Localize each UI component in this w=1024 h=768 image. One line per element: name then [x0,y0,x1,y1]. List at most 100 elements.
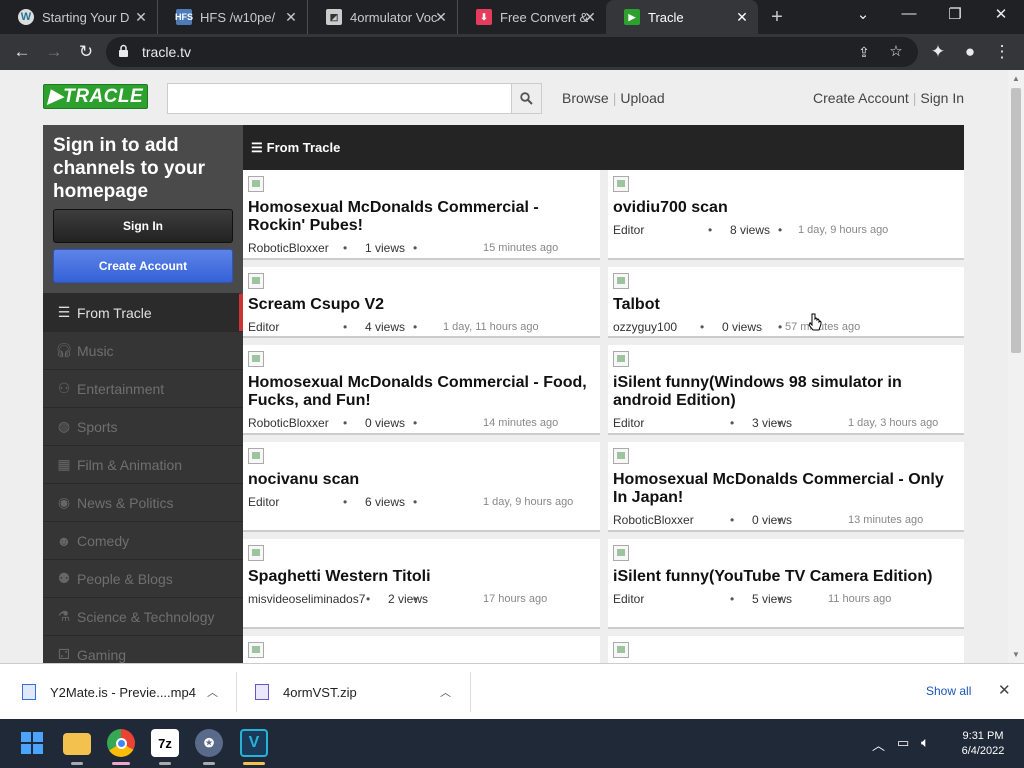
sidebar-item-science-technology[interactable]: ⚗ Science & Technology [43,597,243,635]
chevron-up-icon[interactable]: ︿ [207,684,218,700]
menu-kebab-icon[interactable]: ⋮ [992,42,1012,62]
video-author[interactable]: RoboticBloxxer [248,416,329,430]
broken-thumbnail-icon[interactable] [613,545,629,561]
video-title[interactable]: Talbot [613,296,956,314]
search-button[interactable] [511,83,542,114]
tray-chevron-icon[interactable]: ︿ [872,735,885,754]
extensions-puzzle-icon[interactable]: ✦ [928,42,948,62]
address-bar[interactable]: tracle.tv ⇪ ☆ [106,37,918,67]
video-author[interactable]: Editor [248,495,279,509]
sidebar-item-from-tracle[interactable]: ☰ From Tracle [43,293,243,331]
video-card[interactable]: iSilent funny(Windows 98 simulator in an… [608,345,964,435]
sidebar-item-sports[interactable]: ◍ Sports [43,407,243,445]
video-card[interactable] [608,636,964,663]
network-icon[interactable]: ▭ [897,735,909,751]
search-input[interactable] [167,83,512,114]
sidebar-item-music[interactable]: 🎧︎ Music [43,331,243,369]
reload-icon[interactable]: ↻ [76,42,96,62]
profile-icon[interactable]: ● [960,42,980,62]
broken-thumbnail-icon[interactable] [248,273,264,289]
video-title[interactable]: iSilent funny(YouTube TV Camera Edition) [613,568,956,586]
video-card[interactable]: nocivanu scan Editor • 6 views • 1 day, … [243,442,600,532]
download-item-mp4[interactable]: Y2Mate.is - Previe....mp4 [22,664,232,720]
tab-search-icon[interactable]: ⌄ [853,5,873,23]
tab-wordpress[interactable]: W Starting Your Do ✕ [0,0,158,34]
video-title[interactable]: ovidiu700 scan [613,199,956,217]
video-card[interactable]: Homosexual McDonalds Commercial - Rockin… [243,170,600,260]
video-card[interactable]: Homosexual McDonalds Commercial - Only I… [608,442,964,532]
broken-thumbnail-icon[interactable] [613,176,629,192]
upload-link[interactable]: Upload [620,90,664,106]
scroll-up-icon[interactable]: ▲ [1011,74,1021,83]
video-title[interactable]: iSilent funny(Windows 98 simulator in an… [613,374,956,410]
broken-thumbnail-icon[interactable] [248,176,264,192]
video-title[interactable]: Homosexual McDonalds Commercial - Rockin… [248,199,592,235]
sidebar-item-people-blogs[interactable]: ⚉ People & Blogs [43,559,243,597]
broken-thumbnail-icon[interactable] [613,351,629,367]
broken-thumbnail-icon[interactable] [248,642,264,658]
video-card[interactable]: iSilent funny(YouTube TV Camera Edition)… [608,539,964,629]
clock[interactable]: 9:31 PM 6/4/2022 [952,730,1014,757]
7zip-icon[interactable]: 7z [151,729,179,757]
browse-link[interactable]: Browse [562,90,609,106]
app-icon[interactable]: ✪ [195,729,223,757]
window-close-icon[interactable]: ✕ [991,5,1011,23]
video-author[interactable]: Editor [248,320,279,334]
video-card[interactable] [243,636,600,663]
sign-in-link[interactable]: Sign In [920,90,964,106]
video-title[interactable]: Spaghetti Western Titoli [248,568,592,586]
broken-thumbnail-icon[interactable] [248,351,264,367]
video-card[interactable]: ovidiu700 scan Editor • 8 views • 1 day,… [608,170,964,260]
broken-thumbnail-icon[interactable] [613,448,629,464]
scrollbar-thumb[interactable] [1011,88,1021,353]
page-scrollbar[interactable]: ▲ ▼ [1008,70,1024,663]
vst-icon[interactable]: V [240,729,268,757]
sidebar-item-film-animation[interactable]: ▦ Film & Animation [43,445,243,483]
close-icon[interactable]: ✕ [283,9,299,26]
broken-thumbnail-icon[interactable] [248,448,264,464]
video-author[interactable]: Editor [613,223,644,237]
tab-free-convert[interactable]: ⬇ Free Convert & ✕ [458,0,606,34]
close-icon[interactable]: ✕ [433,9,449,26]
video-title[interactable]: Scream Csupo V2 [248,296,592,314]
video-title[interactable]: Homosexual McDonalds Commercial - Only I… [613,471,956,507]
video-title[interactable]: nocivanu scan [248,471,592,489]
file-explorer-icon[interactable] [63,733,91,755]
download-item-zip[interactable]: 4ormVST.zip [255,664,455,720]
sidebar-item-entertainment[interactable]: ⚇ Entertainment [43,369,243,407]
close-icon[interactable]: ✕ [133,9,149,26]
video-card[interactable]: Scream Csupo V2 Editor • 4 views • 1 day… [243,267,600,338]
restore-icon[interactable]: ❐ [945,5,965,23]
forward-arrow-icon[interactable]: → [44,42,64,62]
tracle-logo[interactable]: ▶TRACLE [43,84,148,109]
star-icon[interactable]: ☆ [886,42,906,62]
broken-thumbnail-icon[interactable] [613,273,629,289]
video-card[interactable]: Talbot ozzyguy100 • 0 views • 57 minutes… [608,267,964,338]
windows-start-icon[interactable] [18,729,46,757]
video-author[interactable]: misvideoseliminados7 [248,592,365,606]
minimize-icon[interactable]: — [899,5,919,22]
video-author[interactable]: Editor [613,416,644,430]
tab-hfs[interactable]: HFS HFS /w10pe/ ✕ [158,0,308,34]
chevron-up-icon[interactable]: ︿ [440,684,451,700]
sidebar-item-news-politics[interactable]: ◉ News & Politics [43,483,243,521]
show-all-downloads-link[interactable]: Show all [926,684,971,698]
volume-icon[interactable]: 🔈︎ [921,734,929,751]
video-author[interactable]: RoboticBloxxer [613,513,694,527]
video-title[interactable]: Homosexual McDonalds Commercial - Food, … [248,374,592,410]
back-arrow-icon[interactable]: ← [12,42,32,62]
tab-tracle[interactable]: ▶ Tracle ✕ [606,0,758,34]
video-card[interactable]: Spaghetti Western Titoli misvideoselimin… [243,539,600,629]
video-author[interactable]: RoboticBloxxer [248,241,329,255]
new-tab-button[interactable]: + [766,6,788,29]
sidebar-item-comedy[interactable]: ☻ Comedy [43,521,243,559]
close-icon[interactable]: ✕ [998,681,1011,699]
video-card[interactable]: Homosexual McDonalds Commercial - Food, … [243,345,600,435]
sidebar-item-gaming[interactable]: ⚁ Gaming [43,635,243,663]
share-icon[interactable]: ⇪ [854,42,874,62]
sign-in-button[interactable]: Sign In [53,209,233,243]
scroll-down-icon[interactable]: ▼ [1011,650,1021,659]
chrome-icon[interactable] [107,729,135,757]
video-author[interactable]: Editor [613,592,644,606]
tab-4ormulator[interactable]: ◩ 4ormulator Voc ✕ [308,0,458,34]
